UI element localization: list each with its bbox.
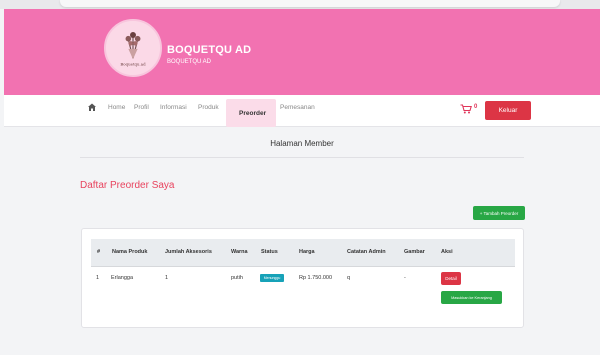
nav-preorder[interactable]: Preorder — [226, 99, 276, 127]
cell-number: 1 — [96, 275, 100, 281]
main-nav: Home Profil Informasi Produk Preorder Pe… — [4, 95, 600, 127]
nav-informasi[interactable]: Informasi — [160, 104, 187, 111]
th-gambar: Gambar — [404, 249, 425, 255]
site-header: Boquetqu.ad BOQUETQU AD BOQUETQU AD — [4, 9, 600, 95]
cell-nama-produk: Erlangga — [111, 275, 134, 281]
th-status: Status — [261, 249, 278, 255]
cell-warna: putih — [231, 275, 243, 281]
detail-button[interactable]: Detail — [441, 272, 461, 285]
brand-subtitle: BOQUETQU AD — [167, 59, 212, 65]
browser-top-strip — [0, 0, 600, 9]
th-harga: Harga — [299, 249, 315, 255]
logo-text: Boquetqu.ad — [120, 62, 146, 67]
brand-logo[interactable]: Boquetqu.ad — [104, 19, 162, 77]
logout-button[interactable]: Keluar — [485, 101, 531, 120]
th-warna: Warna — [231, 249, 248, 255]
th-jumlah-aksesoris: Jumlah Aksesoris — [165, 249, 212, 255]
cart-count-badge: 0 — [474, 104, 478, 110]
table-header: # Nama Produk Jumlah Aksesoris Warna Sta… — [91, 239, 515, 266]
cell-gambar: - — [404, 275, 406, 281]
home-icon[interactable] — [87, 102, 97, 112]
th-nama-produk: Nama Produk — [112, 249, 148, 255]
nav-pemesanan[interactable]: Pemesanan — [280, 104, 315, 111]
heading-divider — [80, 157, 524, 158]
top-shadow — [60, 0, 560, 7]
status-badge: Menunggu — [260, 274, 284, 282]
th-number: # — [97, 249, 101, 255]
th-aksi: Aksi — [441, 249, 453, 255]
nav-profil[interactable]: Profil — [134, 104, 149, 111]
section-title: Daftar Preorder Saya — [80, 180, 175, 191]
preorder-table-card: # Nama Produk Jumlah Aksesoris Warna Sta… — [81, 228, 524, 328]
brand-title: BOQUETQU AD — [167, 44, 252, 56]
add-preorder-button[interactable]: + Tambah Preorder — [473, 206, 525, 220]
nav-produk[interactable]: Produk — [198, 104, 219, 111]
cart-icon[interactable] — [460, 104, 472, 114]
add-to-cart-button[interactable]: Masukkan ke Keranjang — [441, 291, 502, 304]
cell-harga: Rp 1.750.000 — [299, 275, 333, 281]
nav-home[interactable]: Home — [108, 104, 125, 111]
bouquet-logo-icon: Boquetqu.ad — [106, 21, 160, 75]
cell-jumlah-aksesoris: 1 — [165, 275, 169, 281]
cell-catatan-admin: q — [347, 275, 351, 281]
page-heading: Halaman Member — [270, 139, 334, 148]
header-row-divider — [91, 266, 515, 267]
nav-preorder-label: Preorder — [239, 110, 267, 117]
th-catatan-admin: Catatan Admin — [347, 249, 386, 255]
